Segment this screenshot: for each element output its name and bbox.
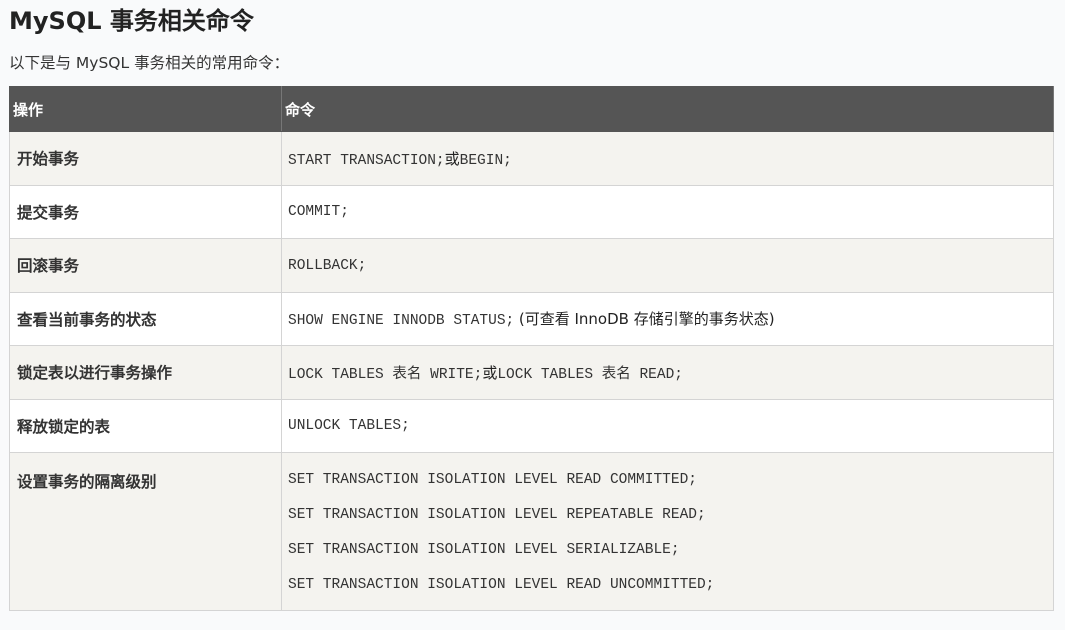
command-cell: LOCK TABLES 表名 WRITE;或LOCK TABLES 表名 REA…	[281, 345, 1054, 400]
command-code: LOCK TABLES 表名 READ;	[497, 366, 683, 383]
operation-cell: 查看当前事务的状态	[9, 291, 282, 346]
article: MySQL 事务相关命令 以下是与 MySQL 事务相关的常用命令： 操作 命令…	[0, 0, 1065, 630]
table-row: 提交事务 COMMIT;	[9, 184, 1054, 239]
command-code: START TRANSACTION;	[288, 152, 445, 169]
command-cell: ROLLBACK;	[281, 238, 1054, 293]
table-row: 释放锁定的表 UNLOCK TABLES;	[9, 398, 1054, 453]
table-header-row: 操作 命令	[9, 86, 1054, 132]
isolation-command-line: SET TRANSACTION ISOLATION LEVEL REPEATAB…	[288, 507, 706, 523]
command-code: ROLLBACK;	[288, 257, 367, 274]
command-code: SHOW ENGINE INNODB STATUS;	[288, 313, 515, 330]
command-note: (可查看 InnoDB 存储引擎的事务状态)	[518, 310, 775, 329]
command-code: LOCK TABLES 表名 WRITE;	[288, 366, 483, 383]
command-cell: COMMIT;	[281, 184, 1054, 239]
command-code: COMMIT;	[288, 204, 349, 221]
intro-text: 以下是与 MySQL 事务相关的常用命令：	[9, 54, 290, 72]
transaction-commands-table: 操作 命令 开始事务 START TRANSACTION;或BEGIN; 提交事…	[9, 86, 1054, 611]
command-note: 或	[482, 363, 498, 382]
command-cell: START TRANSACTION;或BEGIN;	[281, 131, 1054, 186]
table-row: 设置事务的隔离级别 SET TRANSACTION ISOLATION LEVE…	[9, 452, 1054, 611]
table-row: 查看当前事务的状态 SHOW ENGINE INNODB STATUS; (可查…	[9, 291, 1054, 346]
operation-cell: 提交事务	[9, 184, 282, 239]
command-cell: SET TRANSACTION ISOLATION LEVEL READ COM…	[281, 452, 1054, 611]
table-row: 锁定表以进行事务操作 LOCK TABLES 表名 WRITE;或LOCK TA…	[9, 345, 1054, 400]
command-cell: UNLOCK TABLES;	[281, 398, 1054, 453]
header-command: 命令	[281, 86, 1054, 132]
command-code: UNLOCK TABLES;	[288, 418, 410, 435]
command-code: BEGIN;	[459, 152, 512, 169]
command-cell: SHOW ENGINE INNODB STATUS; (可查看 InnoDB 存…	[281, 291, 1054, 346]
isolation-command-line: SET TRANSACTION ISOLATION LEVEL SERIALIZ…	[288, 542, 680, 558]
table-row: 开始事务 START TRANSACTION;或BEGIN;	[9, 131, 1054, 186]
isolation-command-line: SET TRANSACTION ISOLATION LEVEL READ UNC…	[288, 577, 715, 593]
operation-cell: 释放锁定的表	[9, 398, 282, 453]
isolation-command-line: SET TRANSACTION ISOLATION LEVEL READ COM…	[288, 472, 697, 488]
operation-cell: 开始事务	[9, 131, 282, 186]
operation-cell: 锁定表以进行事务操作	[9, 345, 282, 400]
command-note: 或	[444, 149, 460, 168]
page-title: MySQL 事务相关命令	[9, 7, 254, 35]
operation-cell: 设置事务的隔离级别	[9, 452, 282, 611]
table-row: 回滚事务 ROLLBACK;	[9, 238, 1054, 293]
operation-cell: 回滚事务	[9, 238, 282, 293]
header-operation: 操作	[9, 86, 282, 132]
